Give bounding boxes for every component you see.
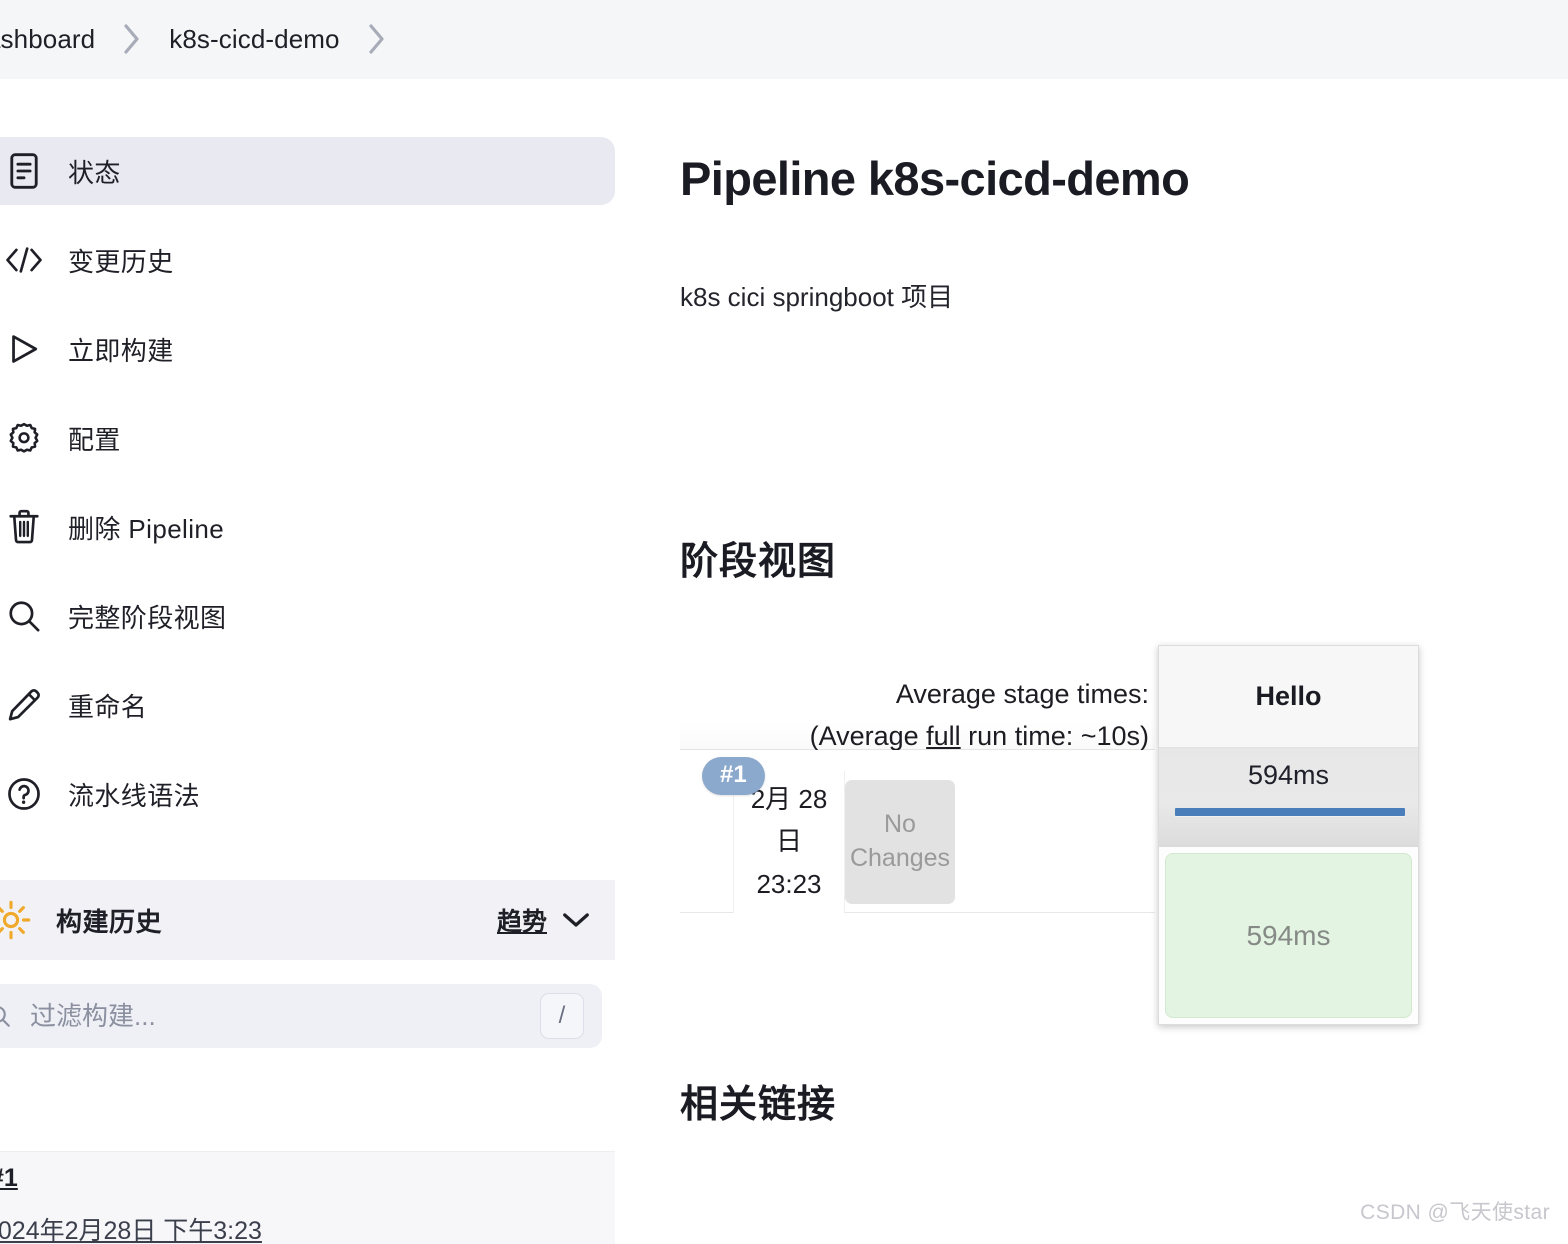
- sidebar-item-status[interactable]: 状态: [0, 137, 615, 205]
- avg-prefix: (Average: [809, 720, 927, 751]
- sidebar-item-rename[interactable]: 重命名: [0, 671, 615, 739]
- stage-view-table: Average stage times: (Average full run t…: [680, 649, 1155, 913]
- chevron-down-icon: [561, 911, 591, 929]
- sidebar-item-label: 完整阶段视图: [68, 602, 227, 633]
- build-filter-wrapper: /: [0, 984, 615, 1048]
- breadcrumb-item-dashboard[interactable]: ashboard: [0, 24, 95, 55]
- play-icon: [2, 327, 46, 371]
- sidebar-item-label: 变更历史: [68, 246, 174, 277]
- sidebar-nav-list: 状态 变更历史 立即构建 配置 删除 Pipeline 完整阶段视图 重命名 流…: [0, 79, 615, 828]
- sidebar-item-label: 流水线语法: [68, 780, 201, 811]
- build-history-header: 构建历史 趋势: [0, 880, 615, 960]
- chevron-right-icon-2[interactable]: [366, 22, 388, 56]
- search-icon: [0, 1001, 14, 1031]
- search-icon: [2, 594, 46, 638]
- sidebar-item-pipeline-syntax[interactable]: 流水线语法: [0, 760, 615, 828]
- breadcrumb-item-project[interactable]: k8s-cicd-demo: [169, 24, 339, 55]
- page-description: k8s cici springboot 项目: [680, 282, 954, 312]
- run-number-badge[interactable]: #1: [702, 757, 765, 796]
- stage-average-time: 594ms: [1159, 748, 1418, 847]
- no-changes-cell[interactable]: No Changes: [845, 780, 955, 904]
- build-filter-input[interactable]: [30, 1000, 540, 1032]
- page-title: Pipeline k8s-cicd-demo: [680, 152, 1190, 205]
- average-stage-times: Average stage times: (Average full run t…: [810, 649, 1155, 758]
- sidebar-item-change-history[interactable]: 变更历史: [0, 226, 615, 294]
- help-circle-icon: [2, 772, 46, 816]
- jenkins-pipeline-page: ashboard k8s-cicd-demo: [0, 0, 1568, 1244]
- sidebar-item-configure[interactable]: 配置: [0, 404, 615, 472]
- breadcrumb: ashboard k8s-cicd-demo: [0, 0, 1568, 79]
- run-date-line2: 日: [775, 826, 802, 857]
- sidebar-item-label: 立即构建: [68, 335, 174, 366]
- related-links-heading: 相关链接: [680, 1084, 837, 1126]
- run-time-line: 23:23: [756, 868, 822, 899]
- pencil-icon: [2, 683, 46, 727]
- watermark: CSDN @飞天使star: [1360, 1201, 1550, 1224]
- stage-column-card[interactable]: Hello 594ms 594ms: [1158, 645, 1419, 1025]
- build-run-date[interactable]: 2024年2月28日 下午3:23: [0, 1211, 615, 1244]
- sidebar-item-delete-pipeline[interactable]: 删除 Pipeline: [0, 493, 615, 561]
- sidebar: 状态 变更历史 立即构建 配置 删除 Pipeline 完整阶段视图 重命名 流…: [0, 79, 615, 1244]
- avg-suffix: run time: ~10s): [960, 720, 1149, 751]
- run-date-line1: 2月 28: [750, 784, 828, 814]
- build-trend-label: 趋势: [496, 908, 547, 936]
- build-run-id[interactable]: #1: [0, 1164, 615, 1193]
- sidebar-item-label: 重命名: [68, 691, 148, 722]
- stage-average-time-label: 594ms: [1247, 760, 1330, 790]
- stage-cell-wrapper: 594ms: [1159, 847, 1418, 1024]
- stage-view-heading: 阶段视图: [680, 541, 837, 583]
- stage-duration-bar: [1175, 808, 1405, 816]
- gear-icon: [2, 416, 46, 460]
- main-content: Pipeline k8s-cicd-demo k8s cici springbo…: [615, 79, 1568, 1244]
- list-item[interactable]: #1 2024年2月28日 下午3:23 Started by GitLab p…: [0, 1164, 615, 1244]
- build-history-list: #1 2024年2月28日 下午3:23 Started by GitLab p…: [0, 1151, 615, 1244]
- sidebar-item-label: 删除 Pipeline: [68, 513, 225, 544]
- stage-view-run-row: #1 2月 28 日 23:23 No Changes: [680, 750, 1155, 913]
- sidebar-item-label: 配置: [68, 424, 121, 455]
- shortcut-key-badge: /: [540, 993, 584, 1039]
- code-icon: [2, 238, 46, 282]
- avg-underlined-word: full: [926, 720, 961, 751]
- sidebar-item-full-stage-view[interactable]: 完整阶段视图: [0, 582, 615, 650]
- document-icon: [2, 149, 46, 193]
- stage-result-cell[interactable]: 594ms: [1165, 853, 1412, 1018]
- build-filter[interactable]: /: [0, 984, 602, 1048]
- build-history-title: 构建历史: [56, 906, 163, 937]
- sidebar-item-label: 状态: [68, 157, 121, 188]
- weather-sun-icon: [0, 897, 34, 943]
- sidebar-item-build-now[interactable]: 立即构建: [0, 315, 615, 383]
- trash-icon: [2, 505, 46, 549]
- average-stage-times-line1: Average stage times:: [895, 679, 1149, 709]
- stage-view-header-row: Average stage times: (Average full run t…: [680, 649, 1155, 751]
- stage-name-header: Hello: [1159, 646, 1418, 748]
- build-trend-dropdown[interactable]: 趋势: [497, 902, 591, 938]
- chevron-right-icon: [121, 22, 143, 56]
